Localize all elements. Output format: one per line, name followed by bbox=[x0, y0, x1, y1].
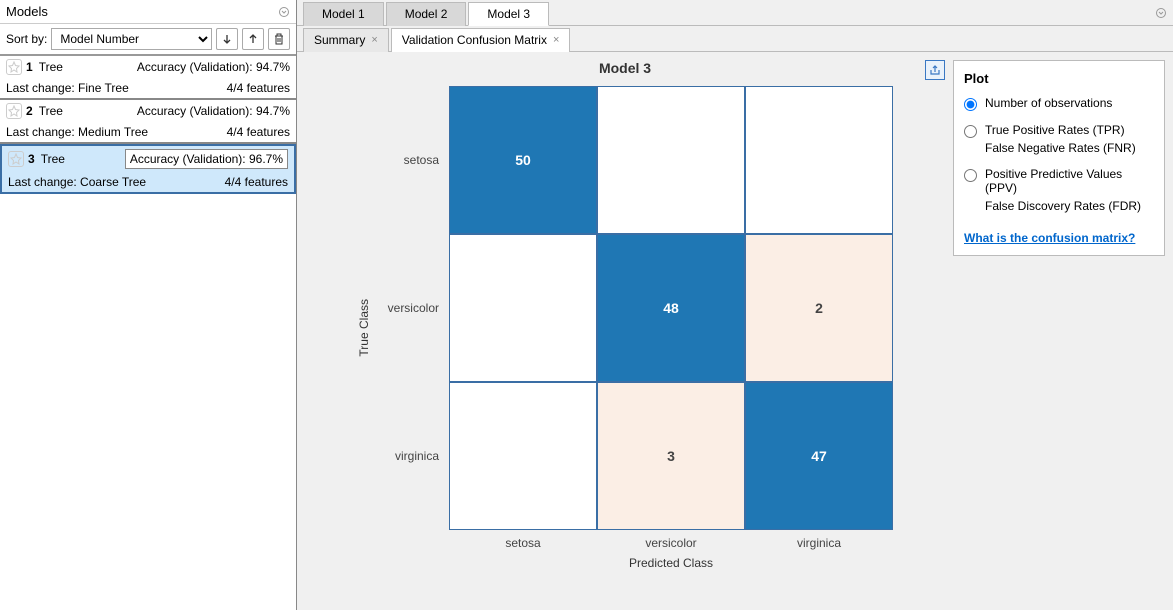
plot-option-label: False Discovery Rates (FDR) bbox=[985, 199, 1154, 213]
plot-option-label: Number of observations bbox=[985, 96, 1112, 110]
plot-option[interactable]: Positive Predictive Values (PPV) False Di… bbox=[964, 167, 1154, 213]
panel-menu-icon[interactable] bbox=[278, 6, 290, 18]
row-label: versicolor bbox=[379, 234, 449, 382]
plot-options-panel: Plot Number of observations True Positive… bbox=[953, 60, 1165, 256]
y-axis-label: True Class bbox=[357, 299, 371, 357]
star-icon[interactable] bbox=[6, 103, 22, 119]
model-number: 3 bbox=[28, 152, 35, 166]
model-tab-3[interactable]: Model 3 bbox=[468, 2, 549, 26]
model-number: 1 bbox=[26, 60, 33, 74]
plot-option[interactable]: Number of observations bbox=[964, 96, 1154, 111]
model-type: Tree bbox=[39, 104, 63, 118]
confusion-matrix: True Class setosa50versicolor482virginic… bbox=[305, 86, 945, 570]
col-label: virginica bbox=[745, 536, 893, 550]
model-accuracy: Accuracy (Validation): 96.7% bbox=[125, 149, 288, 169]
matrix-cell: 47 bbox=[745, 382, 893, 530]
model-features: 4/4 features bbox=[227, 125, 290, 139]
sort-desc-button[interactable] bbox=[216, 28, 238, 50]
sub-tab-label: Validation Confusion Matrix bbox=[402, 33, 547, 47]
col-label: versicolor bbox=[597, 536, 745, 550]
model-type: Tree bbox=[41, 152, 65, 166]
plot-option-label: False Negative Rates (FNR) bbox=[985, 141, 1136, 155]
models-panel: Models Sort by: Model Number 1 Tree Accu… bbox=[0, 0, 297, 610]
sort-bar: Sort by: Model Number bbox=[0, 24, 296, 56]
model-features: 4/4 features bbox=[227, 81, 290, 95]
model-item-1[interactable]: 1 Tree Accuracy (Validation): 94.7% Last… bbox=[0, 56, 296, 100]
model-accuracy: Accuracy (Validation): 94.7% bbox=[137, 60, 290, 74]
plot-option-label: True Positive Rates (TPR) bbox=[985, 123, 1136, 137]
matrix-cell: 48 bbox=[597, 234, 745, 382]
model-type: Tree bbox=[39, 60, 63, 74]
plot-option[interactable]: True Positive Rates (TPR) False Negative … bbox=[964, 123, 1154, 155]
content-area: Model 3 True Class setosa50versicolor482… bbox=[297, 52, 1173, 610]
chart-area: Model 3 True Class setosa50versicolor482… bbox=[305, 60, 945, 602]
model-last-change: Last change: Coarse Tree bbox=[8, 175, 146, 189]
star-icon[interactable] bbox=[6, 59, 22, 75]
model-tab-1[interactable]: Model 1 bbox=[303, 2, 384, 26]
matrix-cell bbox=[745, 86, 893, 234]
matrix-cell bbox=[449, 234, 597, 382]
matrix-cell: 50 bbox=[449, 86, 597, 234]
plot-panel-title: Plot bbox=[964, 71, 1154, 86]
sort-select[interactable]: Model Number bbox=[51, 28, 212, 50]
sub-tabs: Summary × Validation Confusion Matrix × bbox=[297, 26, 1173, 52]
help-link[interactable]: What is the confusion matrix? bbox=[964, 231, 1135, 245]
models-panel-header: Models bbox=[0, 0, 296, 24]
sub-tab-summary[interactable]: Summary × bbox=[303, 28, 389, 52]
plot-option-radio[interactable] bbox=[964, 125, 977, 138]
sub-tab-label: Summary bbox=[314, 33, 365, 47]
model-tab-2[interactable]: Model 2 bbox=[386, 2, 467, 26]
tabs-menu-icon[interactable] bbox=[1155, 7, 1167, 19]
matrix-cell bbox=[597, 86, 745, 234]
x-axis-label: Predicted Class bbox=[449, 556, 893, 570]
row-label: virginica bbox=[379, 382, 449, 530]
delete-button[interactable] bbox=[268, 28, 290, 50]
matrix-cell bbox=[449, 382, 597, 530]
sub-tab-validation-confusion-matrix[interactable]: Validation Confusion Matrix × bbox=[391, 28, 571, 52]
model-number: 2 bbox=[26, 104, 33, 118]
plot-option-radio[interactable] bbox=[964, 169, 977, 182]
right-area: Model 1Model 2Model 3 Summary×Validation… bbox=[297, 0, 1173, 610]
plot-option-label: Positive Predictive Values (PPV) bbox=[985, 167, 1154, 195]
star-icon[interactable] bbox=[8, 151, 24, 167]
sort-asc-button[interactable] bbox=[242, 28, 264, 50]
sort-label: Sort by: bbox=[6, 32, 47, 46]
matrix-cell: 3 bbox=[597, 382, 745, 530]
export-plot-button[interactable] bbox=[925, 60, 945, 80]
model-accuracy: Accuracy (Validation): 94.7% bbox=[137, 104, 290, 118]
matrix-cell: 2 bbox=[745, 234, 893, 382]
model-list: 1 Tree Accuracy (Validation): 94.7% Last… bbox=[0, 56, 296, 194]
model-tabs: Model 1Model 2Model 3 bbox=[297, 0, 1173, 26]
model-last-change: Last change: Medium Tree bbox=[6, 125, 148, 139]
model-item-2[interactable]: 2 Tree Accuracy (Validation): 94.7% Last… bbox=[0, 100, 296, 144]
row-label: setosa bbox=[379, 86, 449, 234]
model-item-3[interactable]: 3 Tree Accuracy (Validation): 96.7% Last… bbox=[0, 144, 296, 194]
col-label: setosa bbox=[449, 536, 597, 550]
models-panel-title: Models bbox=[6, 4, 48, 19]
chart-title: Model 3 bbox=[305, 60, 945, 76]
model-features: 4/4 features bbox=[225, 175, 288, 189]
model-last-change: Last change: Fine Tree bbox=[6, 81, 129, 95]
close-icon[interactable]: × bbox=[553, 34, 559, 46]
plot-option-radio[interactable] bbox=[964, 98, 977, 111]
close-icon[interactable]: × bbox=[371, 34, 377, 46]
